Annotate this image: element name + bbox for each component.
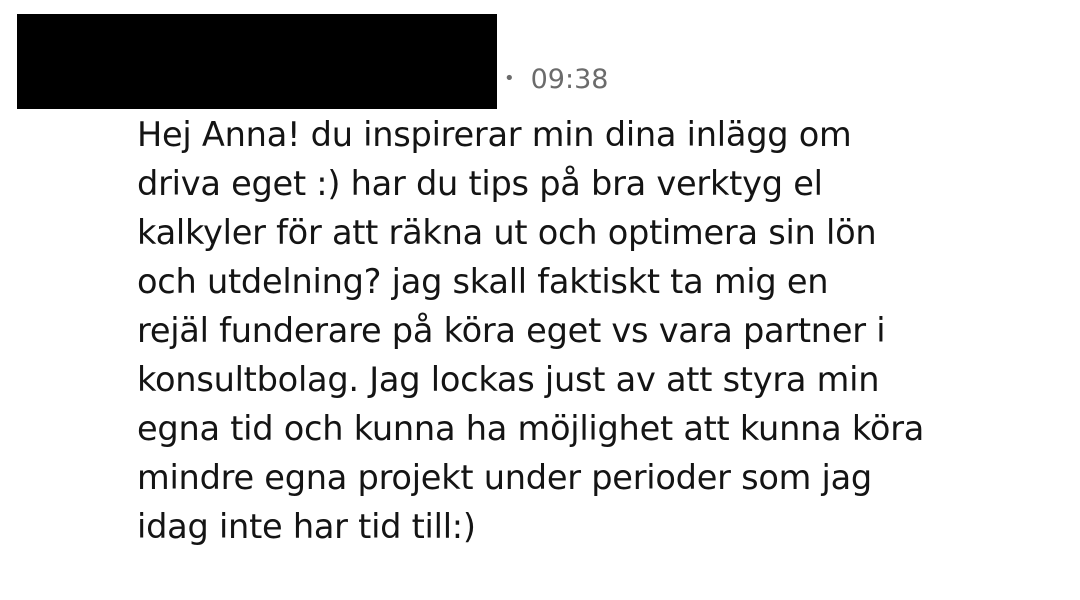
message-line: och utdelning? jag skall faktiskt ta mig… bbox=[137, 262, 829, 301]
message-timestamp: 09:38 bbox=[530, 64, 609, 95]
message-line: Hej Anna! du inspirerar min dina inlägg … bbox=[137, 115, 852, 154]
message-body: Hej Anna! du inspirerar min dina inlägg … bbox=[137, 110, 1067, 551]
message-meta: • 09:38 bbox=[504, 61, 608, 99]
message-line: mindre egna projekt under perioder som j… bbox=[137, 458, 872, 497]
separator-dot: • bbox=[504, 68, 515, 89]
message-line: egna tid och kunna ha möjlighet att kunn… bbox=[137, 409, 925, 448]
redacted-sender-name bbox=[17, 14, 497, 109]
message-line: kalkyler för att räkna ut och optimera s… bbox=[137, 213, 877, 252]
message-line: idag inte har tid till:) bbox=[137, 507, 476, 546]
message-line: driva eget :) har du tips på bra verktyg… bbox=[137, 164, 823, 203]
message-line: konsultbolag. Jag lockas just av att sty… bbox=[137, 360, 880, 399]
message-line: rejäl funderare på köra eget vs vara par… bbox=[137, 311, 886, 350]
